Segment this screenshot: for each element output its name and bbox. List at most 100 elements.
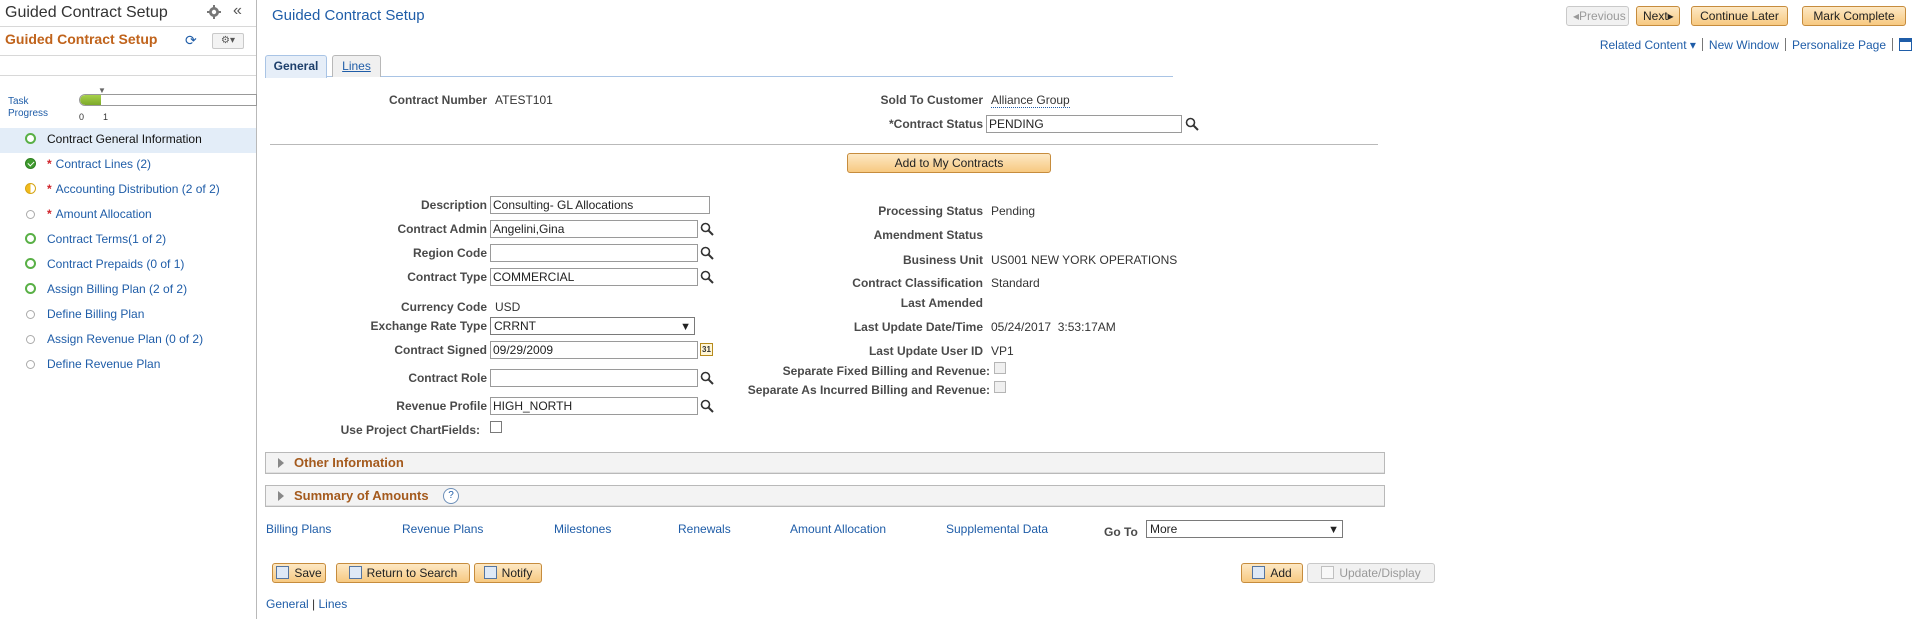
exchange-rate-label: Exchange Rate Type — [370, 319, 487, 333]
step-item[interactable]: Contract General Information — [0, 128, 256, 153]
task-progress-bar — [79, 94, 257, 106]
lookup-search-icon[interactable] — [700, 246, 714, 260]
step-item[interactable]: Assign Revenue Plan (0 of 2) — [0, 328, 256, 353]
summary-of-amounts-section[interactable]: Summary of Amounts ? — [265, 485, 1385, 507]
status-none-icon — [26, 335, 35, 344]
last-update-user-value: VP1 — [991, 344, 1014, 358]
step-label: Accounting Distribution (2 of 2) — [55, 182, 220, 196]
related-content-link[interactable]: Related Content ▾ — [1600, 38, 1696, 52]
supplemental-data-link[interactable]: Supplemental Data — [946, 522, 1048, 536]
contract-admin-field[interactable]: Angelini,Gina — [490, 220, 698, 238]
step-item[interactable]: * Contract Lines (2) — [0, 153, 256, 178]
contract-signed-label: Contract Signed — [394, 343, 487, 357]
personalize-page-link[interactable]: Personalize Page — [1792, 38, 1886, 52]
billing-plans-link[interactable]: Billing Plans — [266, 522, 331, 536]
separate-incurred-checkbox[interactable] — [994, 381, 1006, 393]
step-item[interactable]: * Accounting Distribution (2 of 2) — [0, 178, 256, 203]
chevron-down-icon: ▼ — [680, 321, 691, 333]
page-title: Guided Contract Setup — [272, 7, 425, 24]
add-button[interactable]: Add — [1241, 563, 1303, 583]
footer-links: General | Lines — [266, 597, 347, 611]
step-item[interactable]: Contract Terms(1 of 2) — [0, 228, 256, 253]
lookup-search-icon[interactable] — [700, 371, 714, 385]
return-to-search-button[interactable]: Return to Search — [336, 563, 470, 583]
required-marker: * — [47, 207, 52, 221]
step-label: Contract Prepaids (0 of 1) — [47, 257, 185, 271]
status-none-icon — [26, 360, 35, 369]
business-unit-label: Business Unit — [902, 253, 983, 267]
currency-code-label: Currency Code — [400, 300, 487, 314]
status-open-icon — [25, 283, 36, 294]
new-window-link[interactable]: New Window — [1709, 38, 1779, 52]
separate-fixed-checkbox[interactable] — [994, 362, 1006, 374]
notify-button[interactable]: Notify — [474, 563, 542, 583]
footer-separator: | — [308, 597, 319, 611]
update-display-label: Update/Display — [1339, 566, 1421, 580]
expand-triangle-icon — [278, 491, 284, 501]
step-item[interactable]: Assign Billing Plan (2 of 2) — [0, 278, 256, 303]
step-item[interactable]: Contract Prepaids (0 of 1) — [0, 253, 256, 278]
separator — [1784, 38, 1786, 52]
collapse-panel-icon[interactable]: « — [233, 2, 242, 20]
add-label: Add — [1270, 566, 1292, 580]
return-search-icon — [348, 566, 362, 579]
save-label: Save — [294, 566, 322, 580]
previous-button[interactable]: ◂Previous — [1566, 6, 1629, 26]
return-to-search-label: Return to Search — [366, 566, 458, 580]
status-partial-icon — [25, 183, 36, 194]
actions-menu-button[interactable]: ⚙▾ — [212, 33, 244, 49]
header-links: Related Content ▾ New Window Personalize P… — [1600, 37, 1917, 53]
renewals-link[interactable]: Renewals — [678, 522, 731, 536]
save-button[interactable]: Save — [272, 563, 326, 583]
exchange-rate-select[interactable]: CRRNT ▼ — [490, 317, 695, 335]
amount-allocation-link[interactable]: Amount Allocation — [790, 522, 886, 536]
description-field[interactable]: Consulting- GL Allocations — [490, 196, 710, 214]
tab-general[interactable]: General — [265, 55, 327, 78]
contract-classification-label: Contract Classification — [852, 276, 983, 290]
help-icon[interactable]: ? — [443, 488, 459, 504]
step-label: Define Revenue Plan — [47, 357, 161, 371]
gear-icon[interactable] — [207, 5, 221, 19]
footer-general-link[interactable]: General — [266, 597, 309, 611]
lookup-search-icon[interactable] — [700, 270, 714, 284]
contract-type-label: Contract Type — [407, 270, 487, 284]
use-project-chartfields-checkbox[interactable] — [490, 421, 502, 433]
page-layout-icon[interactable] — [1899, 38, 1912, 52]
other-information-section[interactable]: Other Information — [265, 452, 1385, 474]
status-open-icon — [25, 258, 36, 269]
add-icon — [1252, 566, 1266, 579]
revenue-plans-link[interactable]: Revenue Plans — [402, 522, 483, 536]
add-to-my-contracts-button[interactable]: Add to My Contracts — [847, 153, 1051, 173]
next-button[interactable]: Next▸ — [1636, 6, 1680, 26]
step-item[interactable]: Define Billing Plan — [0, 303, 256, 328]
tab-lines[interactable]: Lines — [332, 55, 381, 77]
calendar-icon[interactable]: 31 — [700, 343, 713, 356]
update-display-icon — [1321, 566, 1335, 579]
section-title: Other Information — [294, 455, 404, 470]
contract-type-field[interactable]: COMMERCIAL — [490, 268, 698, 286]
contract-status-field[interactable]: PENDING — [986, 115, 1182, 133]
lookup-search-icon[interactable] — [700, 222, 714, 236]
revenue-profile-field[interactable]: HIGH_NORTH — [490, 397, 698, 415]
step-item[interactable]: * Amount Allocation — [0, 203, 256, 228]
step-item[interactable]: Define Revenue Plan — [0, 353, 256, 378]
continue-later-button[interactable]: Continue Later — [1691, 6, 1788, 26]
lookup-search-icon[interactable] — [700, 399, 714, 413]
contract-signed-field[interactable]: 09/29/2009 — [490, 341, 698, 359]
refresh-icon[interactable]: ⟳ — [185, 32, 197, 49]
contract-role-label: Contract Role — [408, 371, 487, 385]
panel-subtitle: Guided Contract Setup — [5, 31, 158, 47]
region-code-field[interactable] — [490, 244, 698, 262]
step-label: Contract Lines (2) — [55, 157, 152, 171]
status-open-icon — [25, 233, 36, 244]
footer-lines-link[interactable]: Lines — [319, 597, 348, 611]
goto-select[interactable]: More ▼ — [1146, 520, 1343, 538]
mark-complete-button[interactable]: Mark Complete — [1802, 6, 1906, 26]
milestones-link[interactable]: Milestones — [554, 522, 611, 536]
update-display-button[interactable]: Update/Display — [1307, 563, 1435, 583]
contract-role-field[interactable] — [490, 369, 698, 387]
save-icon — [276, 566, 290, 579]
sold-to-value[interactable]: Alliance Group — [991, 93, 1070, 108]
amendment-status-label: Amendment Status — [873, 228, 983, 242]
lookup-search-icon[interactable] — [1185, 117, 1199, 131]
